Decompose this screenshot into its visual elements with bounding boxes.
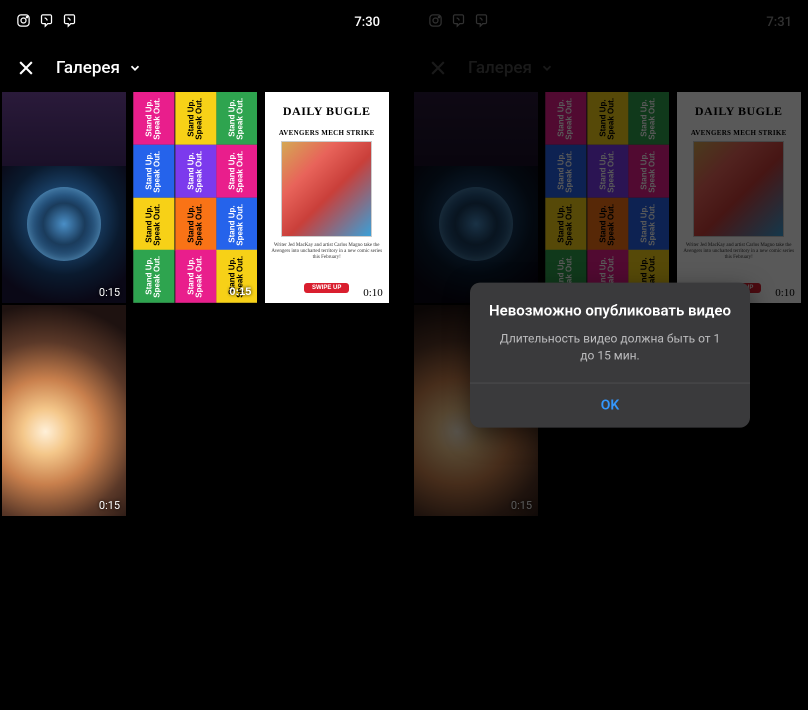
toolbar: Галерея <box>0 44 396 92</box>
bugle-caption: Writer Jed MacKay and artist Carlos Magn… <box>269 243 385 261</box>
video-thumb[interactable]: DAILY BUGLE AVENGERS MECH STRIKE Writer … <box>265 92 389 303</box>
dialog-ok-button[interactable]: OK <box>470 383 750 427</box>
status-icons <box>16 13 77 32</box>
clock: 7:30 <box>354 15 380 30</box>
chevron-down-icon <box>128 61 142 75</box>
sticky-note: Stand Up. Speak Out. <box>175 250 216 303</box>
video-thumb[interactable]: 0:15 <box>2 305 126 516</box>
sticky-note: Stand Up. Speak Out. <box>133 145 174 198</box>
sticky-note: Stand Up. Speak Out. <box>133 198 174 251</box>
sticky-note: Stand Up. Speak Out. <box>133 250 174 303</box>
phone-screen-left: 7:30 Галерея 0:15 Stand Up. Speak Out. S… <box>0 0 396 710</box>
sticky-note: Stand Up. Speak Out. <box>133 92 174 145</box>
sticky-note: Stand Up. Speak Out. <box>216 198 257 251</box>
duration-label: 0:15 <box>99 286 120 299</box>
swipe-up-badge: SWIPE UP <box>304 283 349 293</box>
duration-label: 0:15 <box>229 287 251 299</box>
phone-screen-right: 7:31 Галерея 0:15 Stand Up. Speak Out. S… <box>412 0 808 710</box>
sticky-note: Stand Up. Speak Out. <box>216 145 257 198</box>
duration-label: 0:15 <box>99 499 120 512</box>
video-thumb[interactable]: 0:15 <box>2 92 126 303</box>
viber-icon <box>62 13 77 32</box>
viber-icon <box>39 13 54 32</box>
duration-label: 0:10 <box>363 287 383 299</box>
video-grid: 0:15 Stand Up. Speak Out. Stand Up. Spea… <box>0 92 396 516</box>
dialog-title: Невозможно опубликовать видео <box>470 283 750 325</box>
gallery-label: Галерея <box>56 58 120 78</box>
dialog-message: Длительность видео должна быть от 1 до 1… <box>470 325 750 383</box>
bugle-logo: DAILY BUGLE <box>283 104 371 119</box>
video-thumb[interactable]: Stand Up. Speak Out. Stand Up. Speak Out… <box>133 92 257 303</box>
error-dialog: Невозможно опубликовать видео Длительнос… <box>470 283 750 428</box>
close-button[interactable] <box>12 54 40 82</box>
bugle-headline: AVENGERS MECH STRIKE <box>279 129 375 137</box>
sticky-note: Stand Up. Speak Out. <box>175 198 216 251</box>
status-bar: 7:30 <box>0 0 396 44</box>
sticky-note: Stand Up. Speak Out. <box>175 145 216 198</box>
bugle-artwork <box>281 141 372 237</box>
instagram-icon <box>16 13 31 32</box>
sticky-note: Stand Up. Speak Out. <box>216 92 257 145</box>
sticky-note: Stand Up. Speak Out. <box>175 92 216 145</box>
gallery-dropdown[interactable]: Галерея <box>56 58 142 78</box>
